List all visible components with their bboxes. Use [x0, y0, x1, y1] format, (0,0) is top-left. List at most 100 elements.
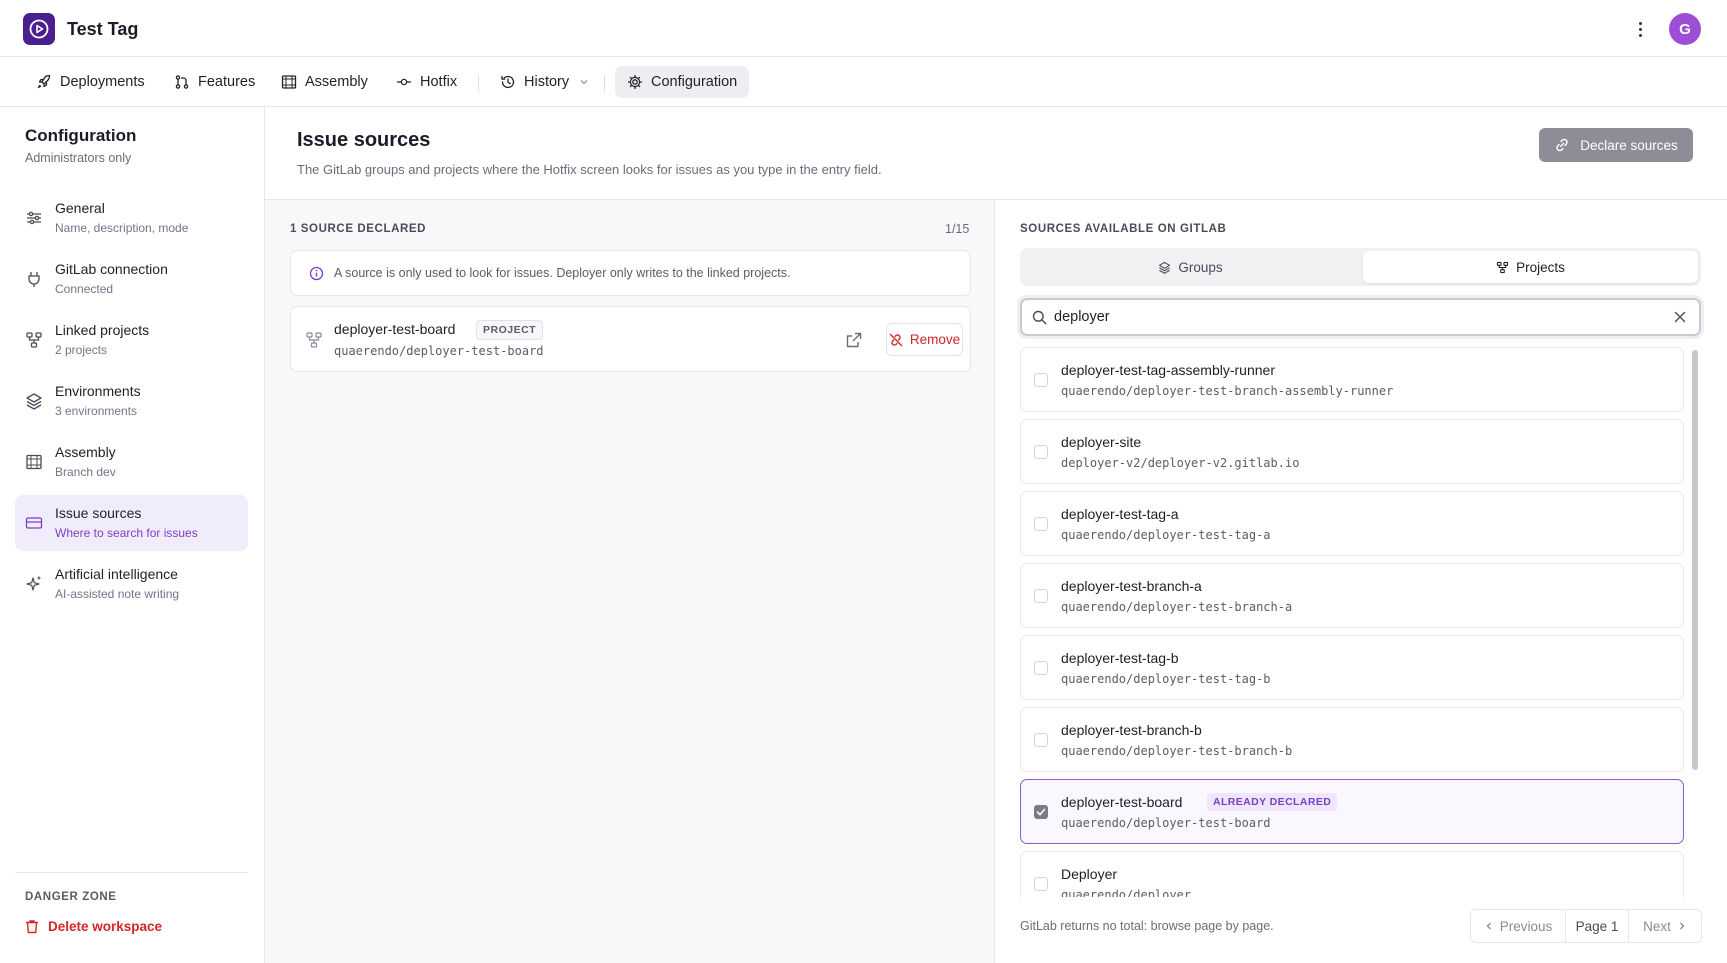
already-declared-badge: ALREADY DECLARED [1207, 793, 1338, 811]
results-scrollbar[interactable] [1692, 350, 1698, 770]
sidebar-subtitle: Administrators only [25, 151, 132, 165]
sidebar-item-environments[interactable]: Environments 3 environments [15, 373, 248, 429]
list-item-declared[interactable]: deployer-test-board ALREADY DECLARED qua… [1020, 779, 1684, 844]
page-header: Issue sources The GitLab groups and proj… [265, 107, 1727, 200]
play-icon [29, 19, 49, 39]
sidebar-divider [15, 872, 248, 873]
results-list[interactable]: deployer-test-tag-assembly-runner quaere… [1020, 347, 1710, 897]
sidebar-item-desc: Where to search for issues [55, 526, 198, 540]
sidebar-item-linked-projects[interactable]: Linked projects 2 projects [15, 312, 248, 368]
sparkles-icon [26, 576, 41, 591]
rocket-icon [37, 74, 51, 89]
list-item[interactable]: deployer-test-tag-a quaerendo/deployer-t… [1020, 491, 1684, 556]
list-item[interactable]: Deployer quaerendo/deployer [1020, 851, 1684, 897]
tab-label: Deployments [60, 74, 145, 90]
source-path: quaerendo/deployer-test-board [334, 344, 544, 358]
tab-configuration[interactable]: Configuration [615, 66, 750, 98]
pagination-note: GitLab returns no total: browse page by … [1020, 919, 1274, 933]
tab-label: Groups [1178, 259, 1223, 275]
tab-deployments[interactable]: Deployments [24, 66, 157, 98]
sidebar-item-artificial-intelligence[interactable]: Artificial intelligence AI-assisted note… [15, 556, 248, 612]
tab-history[interactable]: History [488, 66, 601, 98]
select-checkbox[interactable] [1034, 877, 1048, 891]
sidebar-item-issue-sources[interactable]: Issue sources Where to search for issues [15, 495, 248, 551]
tab-hotfix[interactable]: Hotfix [384, 66, 469, 98]
select-checkbox[interactable] [1034, 589, 1048, 603]
sidebar-item-label: Assembly [55, 444, 116, 460]
tab-features[interactable]: Features [162, 66, 267, 98]
result-name: deployer-test-tag-a [1061, 506, 1179, 522]
select-checkbox[interactable] [1034, 373, 1048, 387]
select-checkbox[interactable] [1034, 661, 1048, 675]
sidebar-item-label: Artificial intelligence [55, 566, 178, 582]
sidebar-item-label: General [55, 200, 105, 216]
result-name: deployer-test-branch-b [1061, 722, 1202, 738]
sidebar-item-desc: 3 environments [55, 404, 138, 418]
result-path: quaerendo/deployer-test-tag-a [1061, 528, 1271, 542]
sidebar-item-assembly[interactable]: Assembly Branch dev [15, 434, 248, 490]
list-item[interactable]: deployer-test-branch-b quaerendo/deploye… [1020, 707, 1684, 772]
avatar[interactable]: G [1669, 13, 1701, 45]
delete-workspace-button[interactable]: Delete workspace [25, 919, 162, 934]
sidebar-item-label: Linked projects [55, 322, 150, 338]
list-item[interactable]: deployer-site deployer-v2/deployer-v2.gi… [1020, 419, 1684, 484]
list-item[interactable]: deployer-test-branch-a quaerendo/deploye… [1020, 563, 1684, 628]
result-path: quaerendo/deployer [1061, 888, 1192, 897]
remove-source-button[interactable]: Remove [886, 323, 963, 356]
tab-label: Assembly [305, 74, 368, 90]
available-sources-label: SOURCES AVAILABLE ON GITLAB [1020, 223, 1227, 235]
info-icon [309, 266, 324, 280]
source-name: deployer-test-board [334, 321, 456, 337]
tab-assembly[interactable]: Assembly [269, 66, 380, 98]
close-icon[interactable] [1672, 309, 1688, 325]
app-title: Test Tag [67, 19, 139, 39]
nav-divider [478, 75, 479, 91]
tab-label: Configuration [651, 74, 738, 90]
source-type-badge: PROJECT [476, 320, 544, 340]
merge-icon [175, 75, 189, 89]
select-checkbox[interactable] [1034, 445, 1048, 459]
nodes-icon [1497, 261, 1509, 273]
sidebar-item-gitlab-connection[interactable]: GitLab connection Connected [15, 251, 248, 307]
select-checkbox-checked[interactable] [1034, 805, 1048, 819]
project-icon [306, 332, 322, 348]
declared-count-label: 1 SOURCE DECLARED [290, 223, 427, 235]
sidebar-item-desc: 2 projects [55, 343, 108, 357]
next-page-button[interactable]: Next [1628, 909, 1702, 943]
chevron-right-icon [1679, 922, 1685, 930]
select-checkbox[interactable] [1034, 733, 1048, 747]
delete-workspace-label: Delete workspace [48, 919, 163, 934]
result-name: deployer-site [1061, 434, 1142, 450]
tab-projects[interactable]: Projects [1363, 251, 1698, 283]
search-icon [1032, 310, 1047, 325]
layers-icon [1159, 261, 1171, 274]
result-path: quaerendo/deployer-test-board [1061, 816, 1271, 830]
nodes-icon [26, 332, 42, 348]
list-item[interactable]: deployer-test-tag-b quaerendo/deployer-t… [1020, 635, 1684, 700]
check-icon [1036, 808, 1046, 816]
more-menu-icon[interactable] [1632, 18, 1648, 40]
external-link-icon[interactable] [845, 331, 863, 349]
available-sources-panel: SOURCES AVAILABLE ON GITLAB Groups Proje… [995, 200, 1727, 963]
sidebar-item-desc: Connected [55, 282, 114, 296]
declare-sources-button[interactable]: Declare sources [1539, 128, 1693, 162]
sidebar-item-general[interactable]: General Name, description, mode [15, 190, 248, 246]
next-label: Next [1643, 918, 1671, 934]
chevron-left-icon [1486, 922, 1491, 930]
link-icon [1556, 138, 1568, 152]
tab-groups[interactable]: Groups [1023, 251, 1358, 283]
gear-icon [627, 74, 643, 90]
history-icon [501, 75, 515, 89]
unlink-icon [889, 333, 903, 346]
result-path: deployer-v2/deployer-v2.gitlab.io [1061, 456, 1300, 470]
declared-count: 1/15 [945, 222, 970, 236]
sliders-icon [27, 211, 41, 225]
result-name: deployer-test-branch-a [1061, 578, 1202, 594]
list-item[interactable]: deployer-test-tag-assembly-runner quaere… [1020, 347, 1684, 412]
previous-page-button[interactable]: Previous [1470, 909, 1566, 943]
select-checkbox[interactable] [1034, 517, 1048, 531]
app-logo[interactable] [23, 13, 55, 45]
plug-icon [28, 272, 40, 287]
search-input[interactable] [1054, 306, 1654, 328]
current-page: Page 1 [1566, 909, 1628, 943]
